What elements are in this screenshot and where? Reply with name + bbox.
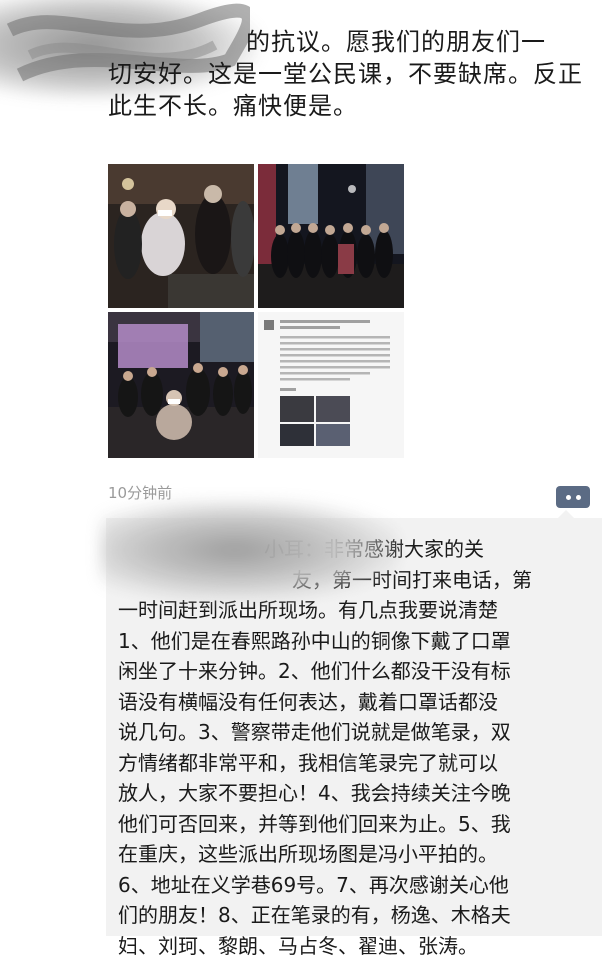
comment-line: 6、地址在义学巷69号。7、再次感谢关心他	[118, 870, 598, 901]
comment-line: 妇、刘珂、黎朗、马占冬、翟迪、张涛。	[118, 931, 598, 961]
post-text-line: 此生不长。痛快便是。	[108, 90, 608, 122]
comment-line: 他们可否回来，并等到他们回来为止。5、我	[118, 809, 598, 840]
comment-line: 在重庆，这些派出所现场图是冯小平拍的。	[118, 839, 598, 870]
comment-line: 方情绪都非常平和，我相信笔录完了就可以	[118, 748, 598, 779]
post-text: 的抗议。愿我们的朋友们一 切安好。这是一堂公民课，不要缺席。反正 此生不长。痛快…	[108, 58, 608, 122]
post-text-line: 的抗议。愿我们的朋友们一	[108, 26, 608, 58]
protest-photo-1[interactable]	[108, 164, 254, 308]
more-dot	[566, 495, 571, 500]
comment-line: 语没有横幅没有任何表达，戴着口罩话都没	[118, 687, 598, 718]
photo-grid	[108, 164, 404, 460]
more-dot	[576, 495, 581, 500]
comment-line: 说几句。3、警察带走他们说就是做笔录，双	[118, 717, 598, 748]
comment-line: 们的朋友！8、正在笔录的有，杨逸、木格夫	[118, 900, 598, 931]
comment-line: 放人，大家不要担心！4、我会持续关注今晚	[118, 778, 598, 809]
comment-line: 1、他们是在春熙路孙中山的铜像下戴了口罩	[118, 626, 598, 657]
more-dots-icon[interactable]	[556, 486, 590, 508]
post-text-line: 切安好。这是一堂公民课，不要缺席。反正	[108, 58, 608, 90]
protest-photo-3[interactable]	[108, 312, 254, 458]
moments-feed: 的抗议。愿我们的朋友们一 切安好。这是一堂公民课，不要缺席。反正 此生不长。痛快…	[0, 0, 612, 960]
redacted-commenter-name	[100, 500, 400, 600]
comment-line: 闲坐了十来分钟。2、他们什么都没干没有标	[118, 656, 598, 687]
chat-screenshot-photo[interactable]	[258, 312, 404, 458]
protest-photo-2[interactable]	[258, 164, 404, 308]
